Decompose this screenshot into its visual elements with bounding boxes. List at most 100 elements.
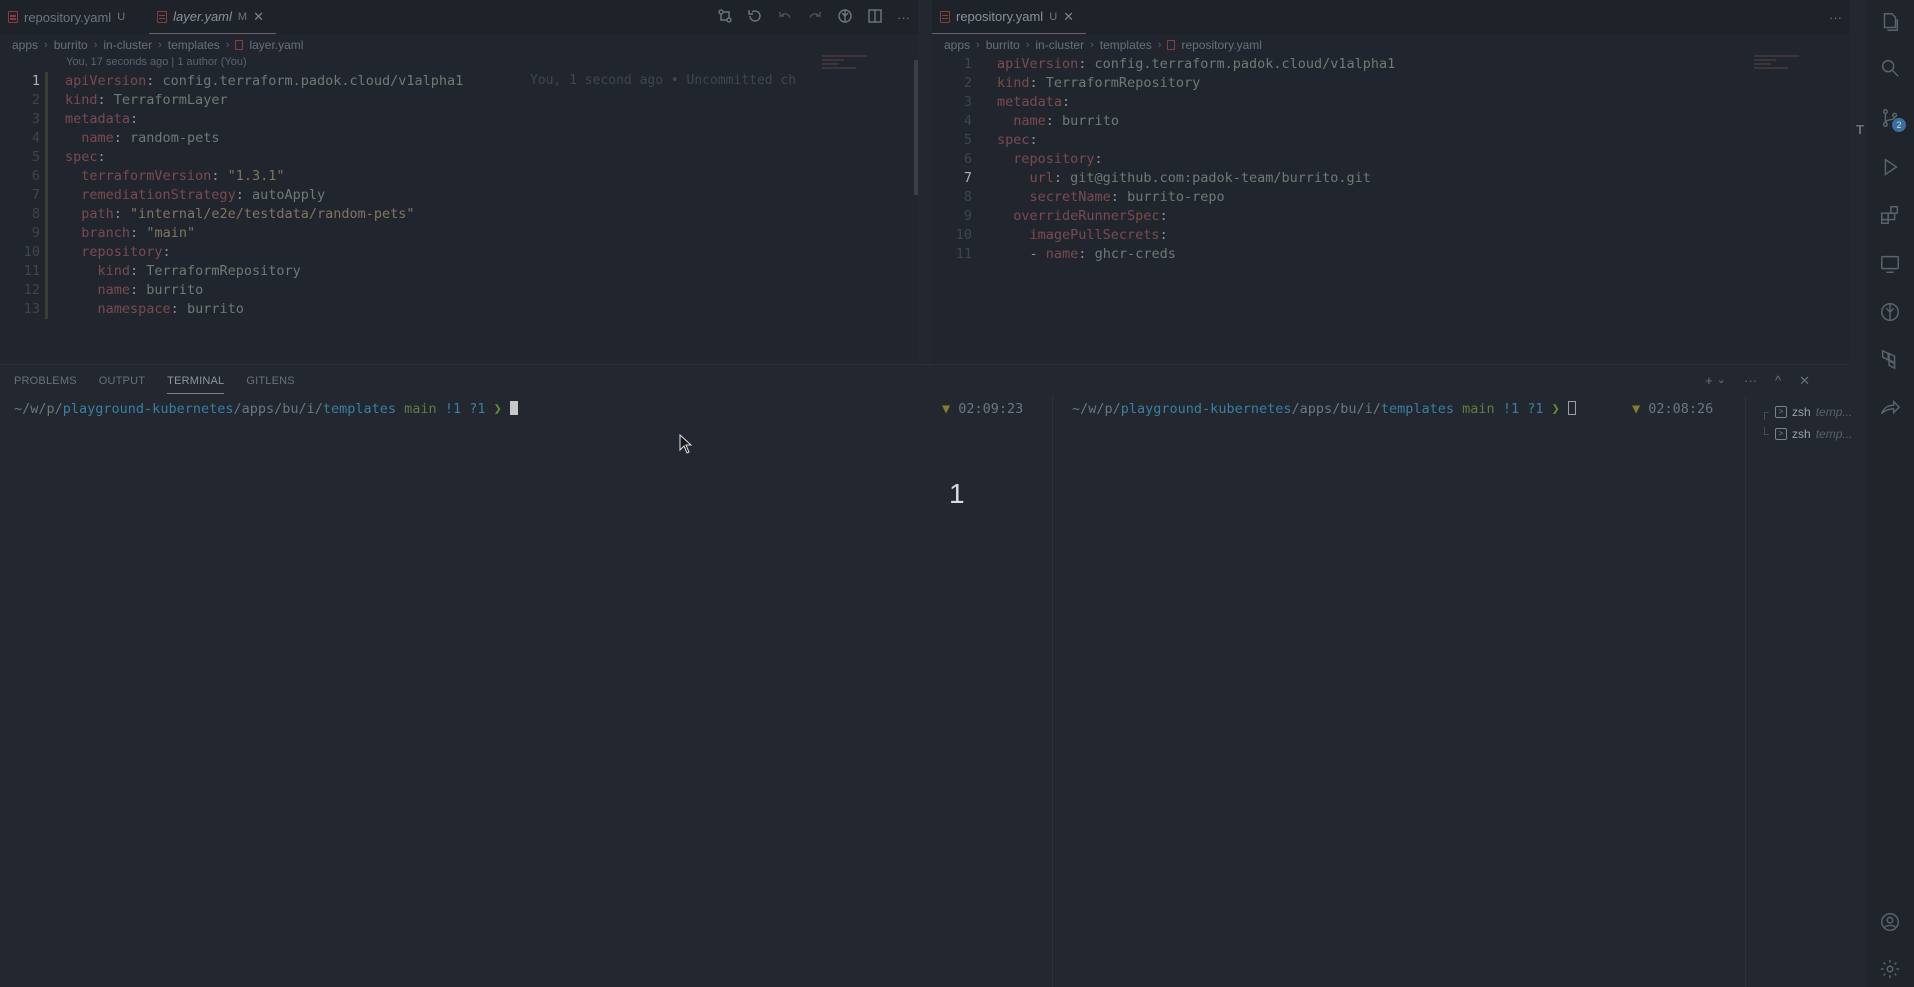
line-number: 2 [963, 75, 972, 91]
code-line[interactable]: 11 kind: TerraformRepository [0, 262, 918, 281]
tab-output[interactable]: OUTPUT [99, 375, 145, 394]
code-line[interactable]: 1 apiVersion: config.terraform.padok.clou… [0, 72, 918, 91]
breadcrumb-item[interactable]: in-cluster [103, 38, 152, 52]
tab-repository-yaml[interactable]: repository.yaml U ✕ [932, 0, 1087, 34]
breadcrumb-item[interactable]: burrito [986, 38, 1020, 52]
live-share-icon[interactable] [1878, 396, 1902, 420]
close-icon[interactable]: ✕ [1063, 9, 1074, 25]
open-changes-icon[interactable] [717, 8, 733, 27]
terminal-prompt[interactable]: ~/w/p/playground-kubernetes/apps/bu/i/te… [14, 401, 518, 417]
breadcrumb-item[interactable]: burrito [54, 38, 88, 52]
codelens-blame[interactable]: You, 17 seconds ago | 1 author (You) [66, 56, 247, 68]
prompt-branch: main [404, 401, 437, 417]
code-text: repository: [1013, 151, 1103, 167]
more-actions-icon[interactable]: ··· [1829, 10, 1842, 25]
code-line[interactable]: 11 - name: ghcr-creds [932, 245, 1850, 264]
source-control-icon[interactable]: 2 [1878, 106, 1906, 132]
code-line[interactable]: 12 name: burrito [0, 281, 918, 300]
code-line[interactable]: 4 name: random-pets [0, 129, 918, 148]
code-text: name: burrito [97, 282, 204, 298]
tab-gitlens[interactable]: GITLENS [246, 375, 294, 394]
minimap[interactable] [1754, 55, 1810, 85]
chevron-down-icon[interactable]: ⌄ [1717, 373, 1726, 389]
scm-badge: 2 [1892, 118, 1906, 132]
remote-explorer-icon[interactable] [1878, 252, 1902, 276]
code-line[interactable]: 8 secretName: burrito-repo [932, 188, 1850, 207]
breadcrumb-item[interactable]: repository.yaml [1181, 38, 1261, 52]
chevron-right-icon: › [1157, 39, 1162, 51]
code-text: repository: [81, 244, 171, 260]
code-line[interactable]: 9 overrideRunnerSpec: [932, 207, 1850, 226]
extensions-icon[interactable] [1878, 203, 1902, 227]
account-icon[interactable] [1878, 910, 1902, 934]
code-line[interactable]: 1 apiVersion: config.terraform.padok.clou… [932, 55, 1850, 74]
terminal-list-divider[interactable] [1745, 395, 1746, 987]
prompt-path: /apps/bu/i/ [1291, 401, 1381, 417]
yaml-file-icon [235, 40, 244, 50]
new-terminal-icon[interactable]: + [1705, 373, 1713, 389]
tab-terminal[interactable]: TERMINAL [167, 375, 225, 394]
code-line[interactable]: 5 spec: [932, 131, 1850, 150]
breadcrumb-item[interactable]: apps [12, 38, 38, 52]
minimap[interactable] [822, 55, 878, 85]
right-editor-group: repository.yaml U ✕ ··· apps › burrito ›… [932, 0, 1850, 364]
split-editor-icon[interactable] [867, 8, 883, 27]
code-line[interactable]: 7 remediationStrategy: autoApply [0, 186, 918, 205]
breadcrumb-item[interactable]: in-cluster [1035, 38, 1084, 52]
more-actions-icon[interactable]: ··· [1744, 373, 1757, 389]
caret-icon: ▼ [1632, 401, 1641, 417]
close-icon[interactable]: ✕ [253, 9, 264, 25]
next-change-icon[interactable] [807, 8, 823, 27]
code-text: imagePullSecrets: [1029, 227, 1168, 243]
code-area[interactable]: 1 apiVersion: config.terraform.padok.clou… [0, 72, 918, 319]
tab-repository-yaml[interactable]: repository.yaml U [0, 0, 137, 34]
code-line[interactable]: 13 namespace: burrito [0, 300, 918, 319]
code-area[interactable]: 1 apiVersion: config.terraform.padok.clou… [932, 55, 1850, 264]
code-line[interactable]: 9 branch: "main" [0, 224, 918, 243]
code-line[interactable]: 10 imagePullSecrets: [932, 226, 1850, 245]
code-line[interactable]: 2 kind: TerraformRepository [932, 74, 1850, 93]
code-text: overrideRunnerSpec: [1013, 208, 1168, 224]
prompt-dir: templates [1380, 401, 1455, 417]
gitlens-icon[interactable] [837, 8, 853, 27]
tab-problems[interactable]: PROBLEMS [14, 375, 77, 394]
left-tab-bar: repository.yaml U layer.yaml M ✕ ··· [0, 0, 918, 34]
breadcrumb-item[interactable]: templates [1100, 38, 1152, 52]
run-debug-icon[interactable] [1878, 155, 1902, 179]
tab-layer-yaml[interactable]: layer.yaml M ✕ [149, 0, 276, 34]
maximize-panel-icon[interactable]: ^ [1775, 373, 1781, 389]
gear-icon[interactable] [1878, 957, 1902, 981]
code-line[interactable]: 3 metadata: [0, 110, 918, 129]
terminal-prompt[interactable]: ~/w/p/playground-kubernetes/apps/bu/i/te… [1072, 401, 1576, 417]
revert-icon[interactable] [747, 8, 763, 27]
explorer-icon[interactable] [1878, 10, 1902, 34]
breadcrumb-item[interactable]: apps [944, 38, 970, 52]
code-line[interactable]: 2 kind: TerraformLayer [0, 91, 918, 110]
terminal-list-item[interactable]: └ > zsh temp... [1760, 423, 1852, 445]
more-actions-icon[interactable]: ··· [897, 10, 910, 25]
gitlens-icon[interactable] [1878, 300, 1902, 324]
breadcrumb-item[interactable]: layer.yaml [249, 38, 303, 52]
terminal-list-item[interactable]: ┌ > zsh temp... [1760, 401, 1852, 423]
terraform-icon[interactable] [1878, 347, 1902, 371]
terminal-split-divider[interactable] [1052, 395, 1053, 987]
code-text: - name: ghcr-creds [997, 246, 1176, 262]
code-line[interactable]: 7 url: git@github.com:padok-team/burrito… [932, 169, 1850, 188]
code-line[interactable]: 6 repository: [932, 150, 1850, 169]
code-line[interactable]: 5 spec: [0, 148, 918, 167]
previous-change-icon[interactable] [777, 8, 793, 27]
close-icon[interactable]: ✕ [1799, 373, 1810, 389]
code-line[interactable]: 6 terraformVersion: "1.3.1" [0, 167, 918, 186]
search-icon[interactable] [1878, 56, 1902, 80]
code-line[interactable]: 3 metadata: [932, 93, 1850, 112]
code-line[interactable]: 4 name: burrito [932, 112, 1850, 131]
line-number: 7 [31, 187, 40, 203]
code-line[interactable]: 10 repository: [0, 243, 918, 262]
scrollbar[interactable] [914, 60, 918, 195]
overlay-number: 1 [949, 478, 965, 509]
breadcrumb-item[interactable]: templates [168, 38, 220, 52]
code-text: remediationStrategy: autoApply [81, 187, 326, 203]
line-number: 8 [963, 189, 972, 205]
breadcrumb: apps › burrito › in-cluster › templates … [944, 36, 1262, 54]
code-line[interactable]: 8 path: "internal/e2e/testdata/random-pe… [0, 205, 918, 224]
